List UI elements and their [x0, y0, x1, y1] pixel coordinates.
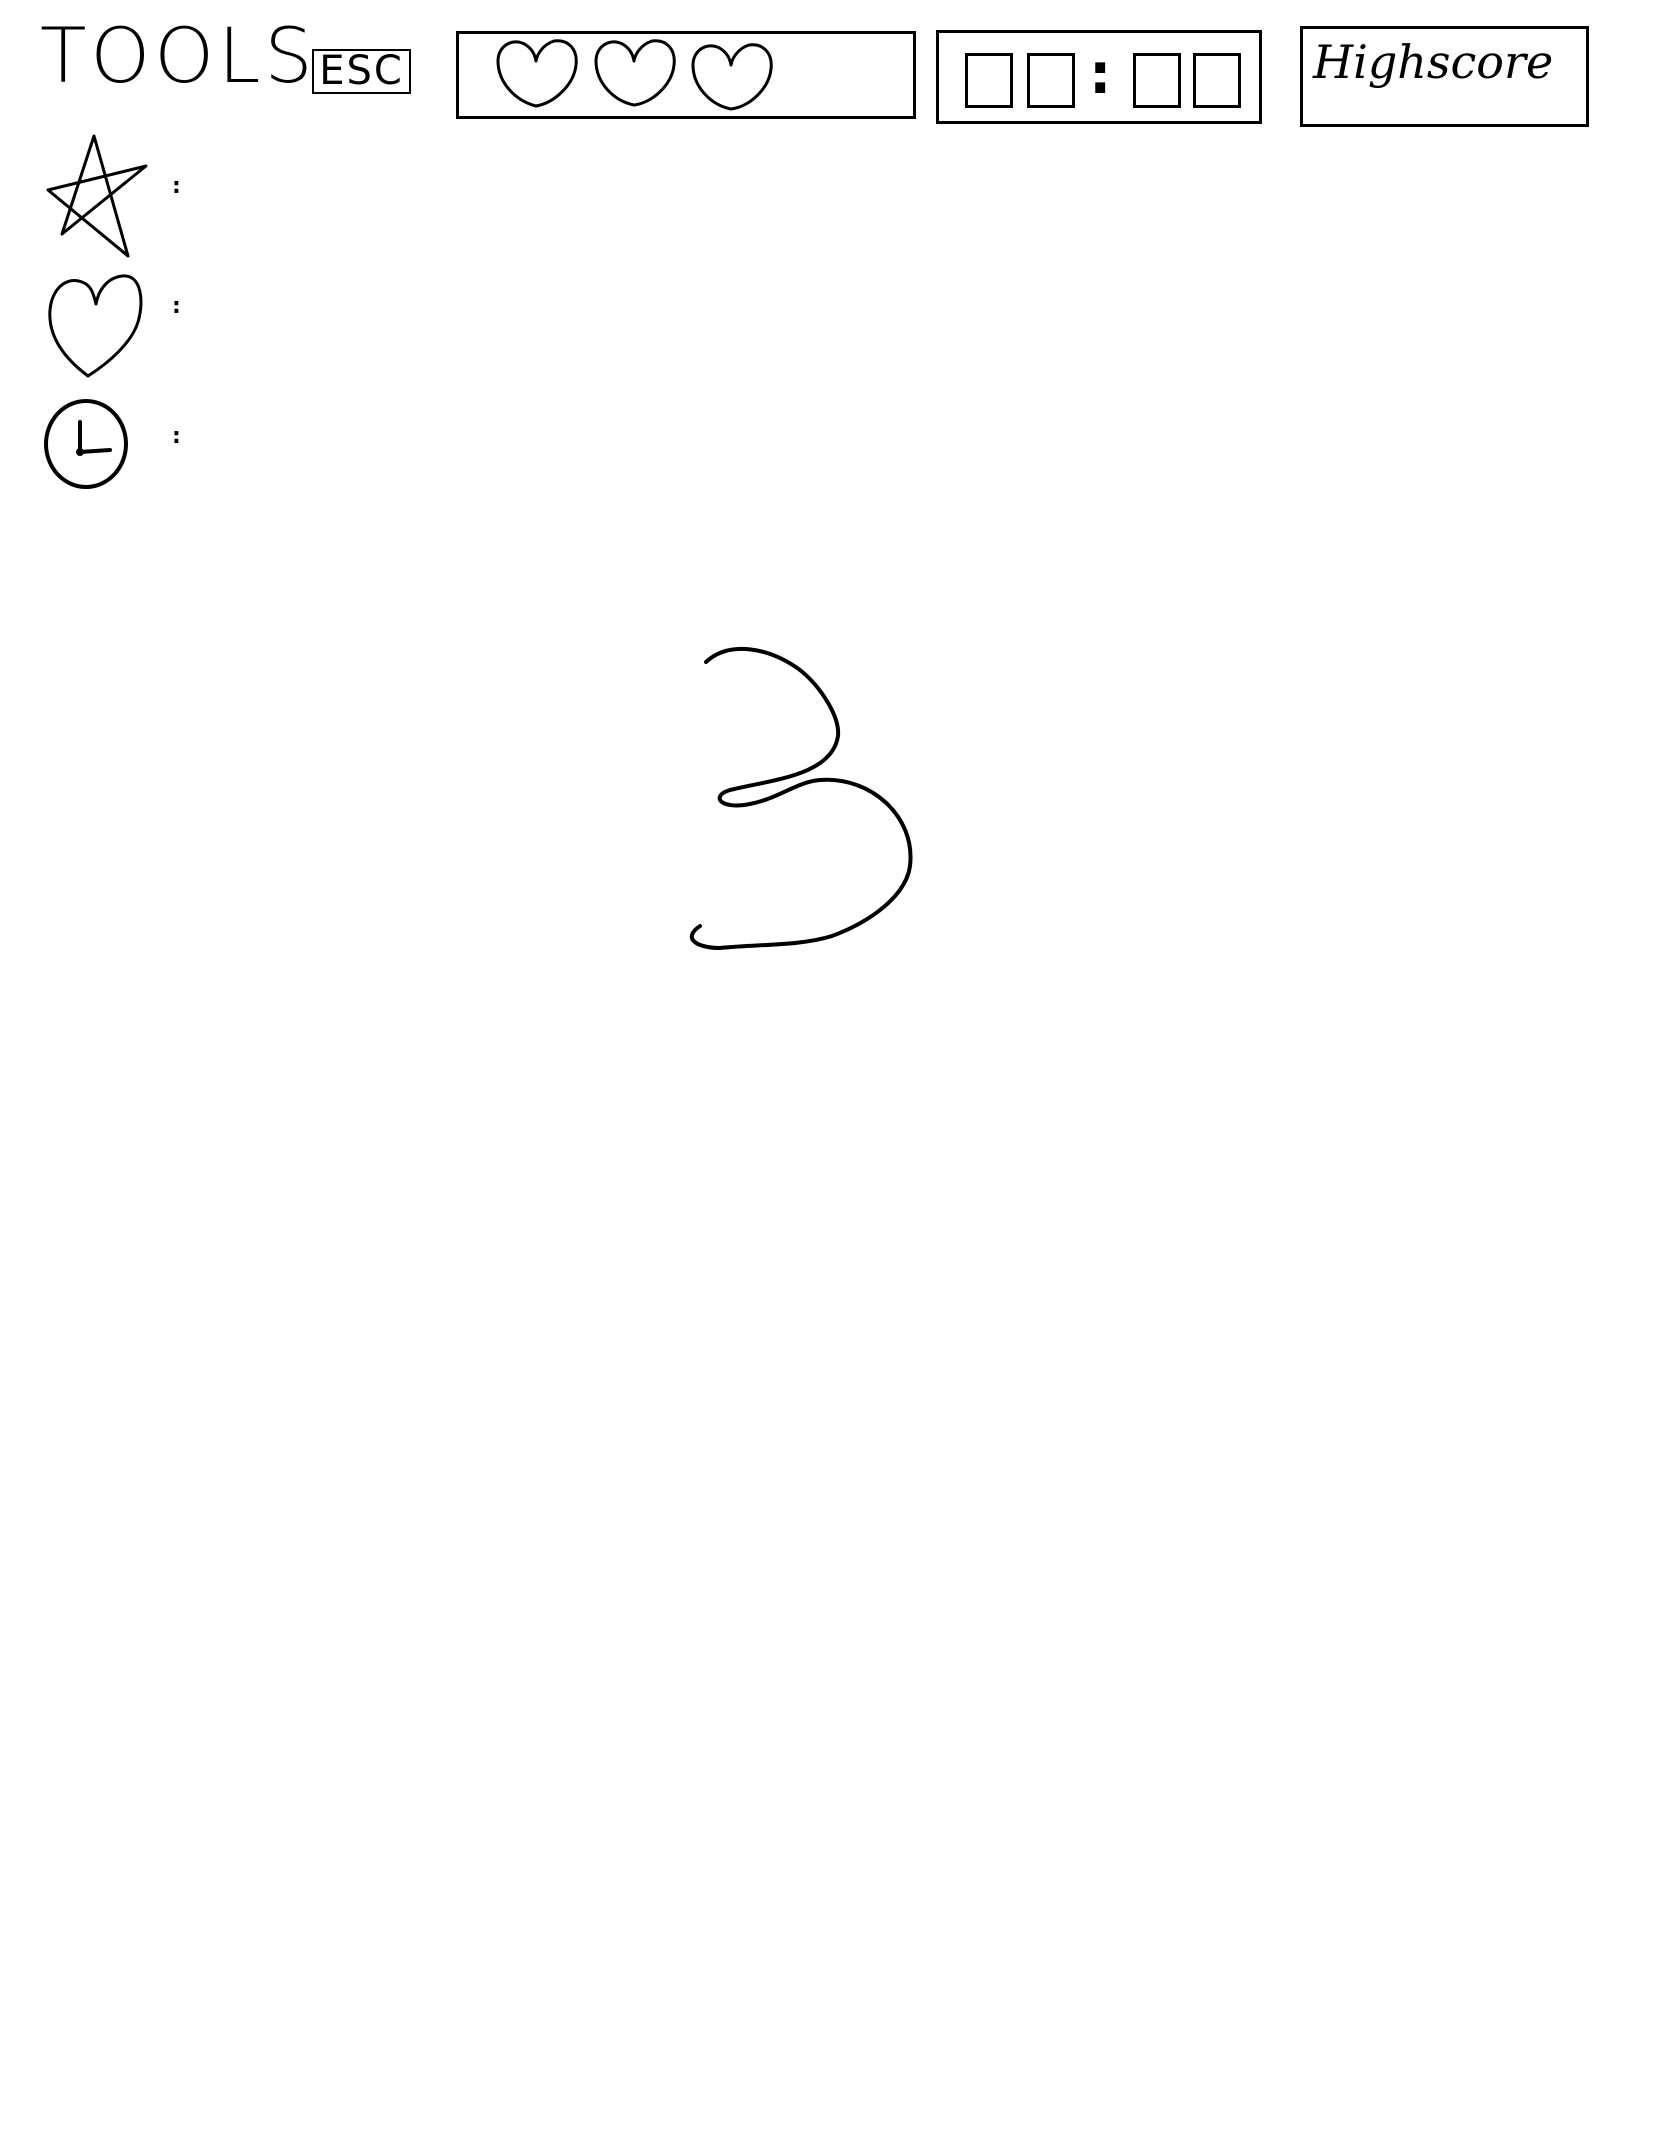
clock-icon	[44, 399, 128, 489]
tools-title: TOOLS	[40, 11, 317, 100]
life-heart-icon-1	[496, 39, 578, 108]
tool-heart[interactable]: :	[40, 266, 210, 378]
timer-minute-tens-slot	[965, 53, 1013, 108]
lives-display	[456, 31, 916, 119]
tool-heart-count: :	[172, 294, 181, 319]
timer-colon: :	[1089, 42, 1112, 107]
lives-hearts	[496, 39, 773, 111]
tool-star[interactable]: :	[40, 132, 210, 258]
timer-second-ones-slot	[1193, 53, 1241, 108]
highscore-display: Highscore	[1300, 26, 1589, 127]
life-heart-icon-2	[594, 39, 676, 107]
timer-minute-ones-slot	[1027, 53, 1075, 108]
esc-button[interactable]: ESC	[312, 49, 411, 94]
tool-star-count: :	[172, 174, 181, 199]
highscore-label: Highscore	[1313, 35, 1554, 89]
timer-second-tens-slot	[1133, 53, 1181, 108]
tool-clock-count: :	[172, 424, 181, 449]
tool-clock[interactable]: :	[40, 396, 210, 506]
countdown-display: 3	[660, 630, 920, 970]
heart-icon	[48, 274, 143, 378]
timer-display: :	[936, 30, 1262, 124]
star-icon	[46, 134, 148, 258]
life-heart-icon-3	[691, 43, 773, 111]
countdown-digit-three	[690, 647, 913, 950]
